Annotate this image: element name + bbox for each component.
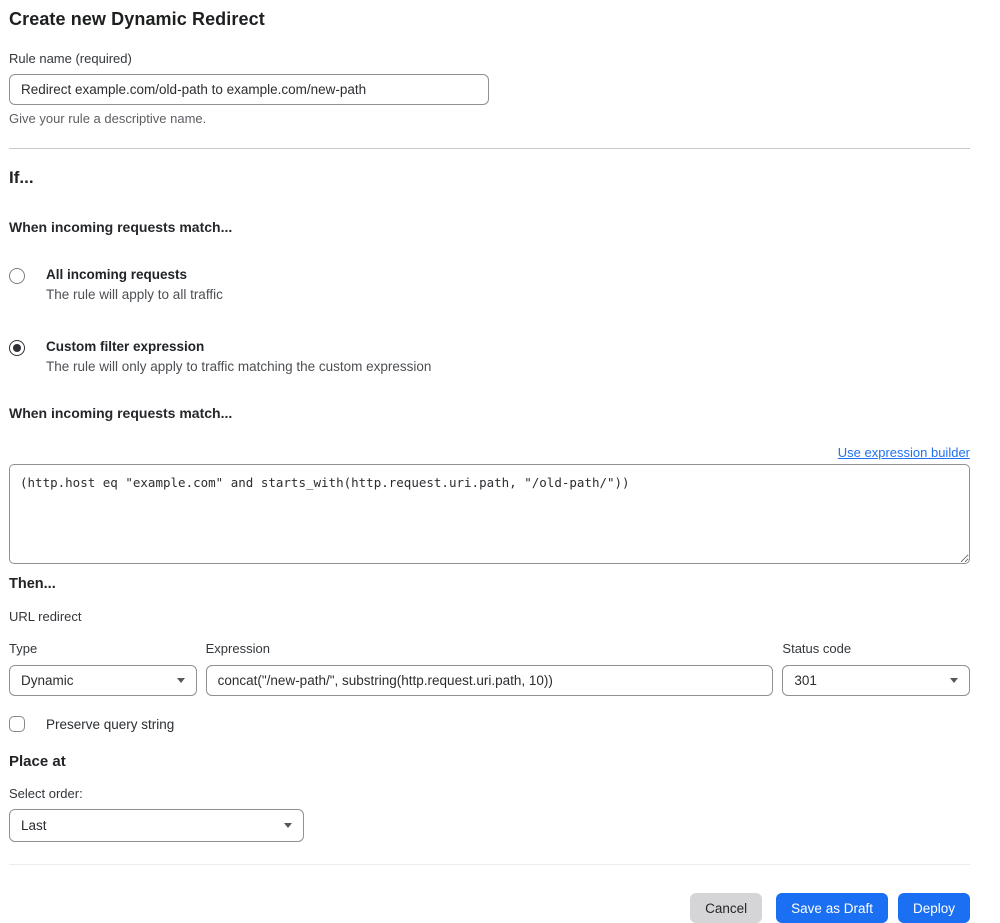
use-expression-builder-link[interactable]: Use expression builder xyxy=(838,445,970,460)
page-title: Create new Dynamic Redirect xyxy=(9,9,265,29)
radio-button[interactable] xyxy=(9,268,25,284)
select-order-label: Select order: xyxy=(9,786,83,801)
if-heading: If... xyxy=(9,168,34,187)
radio-option-description: The rule will only apply to traffic matc… xyxy=(46,359,432,374)
type-select[interactable]: Dynamic xyxy=(9,665,197,696)
status-code-label: Status code xyxy=(782,641,852,656)
deploy-button[interactable]: Deploy xyxy=(897,893,970,923)
save-as-draft-button[interactable]: Save as Draft xyxy=(776,893,888,923)
preserve-query-checkbox[interactable] xyxy=(9,716,25,732)
footer-divider xyxy=(9,864,970,865)
cancel-button[interactable]: Cancel xyxy=(690,893,763,923)
status-code-select[interactable]: 301 xyxy=(782,665,971,696)
preserve-query-label: Preserve query string xyxy=(46,716,175,732)
type-select-value: Dynamic xyxy=(21,673,74,688)
action-label: URL redirect xyxy=(9,609,82,624)
radio-option-label: All incoming requests xyxy=(46,267,188,282)
chevron-down-icon xyxy=(950,678,959,683)
chevron-down-icon xyxy=(284,823,292,828)
radio-option-label: Custom filter expression xyxy=(46,339,205,354)
place-at-heading: Place at xyxy=(9,753,66,770)
radio-button[interactable] xyxy=(9,340,25,356)
radio-option-description: The rule will apply to all traffic xyxy=(46,287,223,302)
rule-name-label: Rule name (required) xyxy=(9,51,132,66)
preserve-query-row[interactable]: Preserve query string xyxy=(9,716,970,732)
chevron-down-icon xyxy=(176,678,185,683)
then-heading: Then... xyxy=(9,576,56,592)
expression-heading: When incoming requests match... xyxy=(9,405,233,421)
status-code-select-value: 301 xyxy=(794,673,817,688)
radio-option-0[interactable]: All incoming requests The rule will appl… xyxy=(9,267,970,302)
rule-name-helper: Give your rule a descriptive name. xyxy=(9,111,207,126)
filter-expression-textarea[interactable]: (http.host eq "example.com" and starts_w… xyxy=(9,464,970,564)
order-select[interactable]: Last xyxy=(9,809,304,842)
rule-name-input[interactable] xyxy=(9,74,489,105)
order-select-value: Last xyxy=(21,818,47,833)
redirect-expression-label: Expression xyxy=(205,641,270,656)
radio-option-1[interactable]: Custom filter expression The rule will o… xyxy=(9,339,970,374)
match-heading: When incoming requests match... xyxy=(9,219,233,235)
section-divider xyxy=(9,148,970,149)
type-label: Type xyxy=(9,641,38,656)
redirect-expression-input[interactable] xyxy=(205,665,774,696)
